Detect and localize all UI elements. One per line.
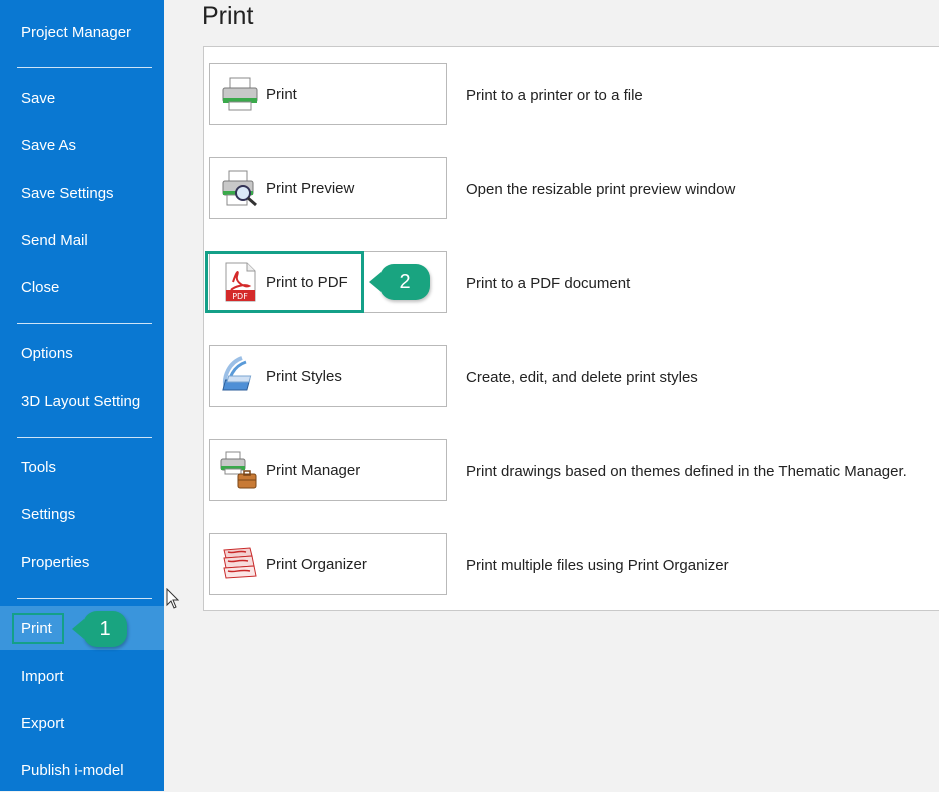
separator: [17, 437, 152, 438]
sidebar-item-save-settings[interactable]: Save Settings: [0, 171, 164, 215]
step-callout-2: 2: [380, 264, 430, 300]
sidebar-item-send-mail[interactable]: Send Mail: [0, 218, 164, 262]
sidebar-item-label: Print: [21, 620, 52, 637]
print-styles-button-label: Print Styles: [266, 367, 342, 385]
print-manager-icon: [220, 450, 260, 490]
separator: [17, 67, 152, 68]
sidebar-item-3d-layout-setting[interactable]: 3D Layout Setting: [0, 379, 164, 423]
sidebar-item-label: Export: [21, 714, 65, 732]
printer-icon: [220, 74, 260, 114]
print-preview-icon: [220, 168, 260, 208]
print-styles-button[interactable]: Print Styles: [209, 345, 447, 407]
sidebar-item-save[interactable]: Save: [0, 76, 164, 120]
backstage-sidebar: Project Manager Save Save As Save Settin…: [0, 0, 164, 791]
sidebar-item-import[interactable]: Import: [0, 654, 164, 698]
sidebar-item-label: Options: [21, 344, 73, 362]
sidebar-item-label: Send Mail: [21, 231, 88, 249]
sidebar-item-properties[interactable]: Properties: [0, 540, 164, 584]
sidebar-item-print-highlight[interactable]: Print: [12, 613, 64, 644]
callout-number: 2: [399, 270, 411, 293]
separator: [17, 323, 152, 324]
page-title: Print: [202, 2, 254, 30]
sidebar-item-settings[interactable]: Settings: [0, 492, 164, 536]
print-styles-description: Create, edit, and delete print styles: [466, 369, 698, 386]
sidebar-item-label: Save: [21, 89, 56, 107]
sidebar-item-save-as[interactable]: Save As: [0, 123, 164, 167]
callout-number: 1: [99, 617, 111, 640]
print-button-label: Print: [266, 85, 297, 103]
step-callout-1: 1: [83, 611, 127, 647]
sidebar-item-label: Properties: [21, 553, 90, 571]
sidebar-item-publish-i-model[interactable]: Publish i-model: [0, 748, 164, 792]
print-preview-button-label: Print Preview: [266, 179, 355, 197]
pdf-icon: PDF: [220, 262, 260, 302]
sidebar-item-label: Settings: [21, 505, 76, 523]
sidebar-item-label: Tools: [21, 458, 57, 476]
sidebar-item-tools[interactable]: Tools: [0, 445, 164, 489]
sidebar-item-export[interactable]: Export: [0, 701, 164, 745]
print-styles-icon: [220, 356, 260, 396]
print-description: Print to a printer or to a file: [466, 87, 643, 104]
print-manager-button-label: Print Manager: [266, 461, 361, 479]
print-manager-description: Print drawings based on themes defined i…: [466, 463, 907, 480]
print-commands-panel: [203, 46, 939, 611]
mouse-cursor-icon: [166, 588, 180, 609]
sidebar-item-label: Publish i-model: [21, 761, 124, 779]
sidebar-item-label: Project Manager: [21, 23, 132, 41]
print-button[interactable]: Print: [209, 63, 447, 125]
separator: [17, 598, 152, 599]
print-manager-button[interactable]: Print Manager: [209, 439, 447, 501]
print-organizer-icon: [220, 544, 260, 584]
print-preview-description: Open the resizable print preview window: [466, 181, 736, 198]
print-organizer-button-label: Print Organizer: [266, 555, 367, 573]
sidebar-item-close[interactable]: Close: [0, 265, 164, 309]
print-preview-button[interactable]: Print Preview: [209, 157, 447, 219]
sidebar-item-label: 3D Layout Setting: [21, 392, 141, 410]
print-organizer-button[interactable]: Print Organizer: [209, 533, 447, 595]
sidebar-item-options[interactable]: Options: [0, 331, 164, 375]
print-to-pdf-description: Print to a PDF document: [466, 275, 631, 292]
sidebar-item-label: Close: [21, 278, 60, 296]
pdf-icon-text: PDF: [232, 292, 248, 301]
print-to-pdf-button-label: Print to PDF: [266, 273, 348, 291]
sidebar-item-project-manager[interactable]: Project Manager: [0, 10, 164, 54]
sidebar-item-label: Import: [21, 667, 64, 685]
sidebar-item-label: Save As: [21, 136, 77, 154]
print-organizer-description: Print multiple files using Print Organiz…: [466, 557, 729, 574]
sidebar-item-label: Save Settings: [21, 184, 114, 202]
